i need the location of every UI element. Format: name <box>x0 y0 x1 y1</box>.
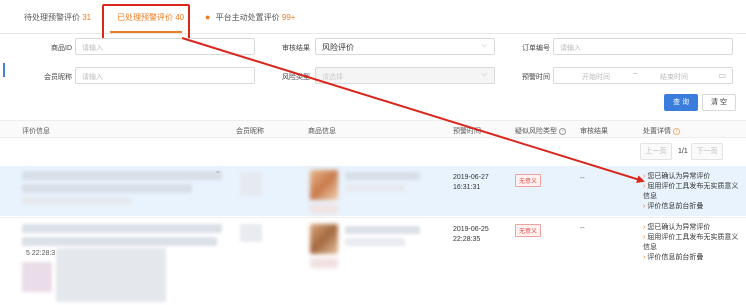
review-result-select[interactable]: 风险评价 ⌵ <box>315 38 495 55</box>
selected-value: 风险评价 <box>322 43 354 52</box>
table-row[interactable]: ⌃ 2019-06-27 16:31:31 无意义 -- › 您已确认为异常评价 … <box>0 166 746 216</box>
table-row[interactable]: 5 22:28:3 2019-06-25 22:28:35 无意义 -- › 您已… <box>0 217 746 305</box>
warn-date: 2019-06-25 <box>453 226 489 233</box>
warn-time: 2019-06-25 22:28:35 <box>453 225 489 245</box>
blurred-review-text <box>22 237 217 246</box>
order-no-input[interactable]: 请输入 <box>553 38 733 55</box>
blurred-review-text <box>22 184 192 193</box>
review-time-partial: 5 22:28:3 <box>26 250 56 257</box>
warn-time-label: 预警时间 <box>522 74 550 81</box>
detail-line: › 评价信息前台折叠 <box>643 203 704 210</box>
col-review-result: 审核结果 <box>580 128 608 135</box>
member-nick-label: 会员昵称 <box>44 74 72 81</box>
blurred-review-text <box>22 224 222 233</box>
blurred-review-text <box>22 197 132 205</box>
col-review-info: 评价信息 <box>22 128 50 135</box>
warn-clock: 16:31:31 <box>453 184 481 191</box>
chevron-down-icon: ⌵ <box>481 42 487 49</box>
risk-type-select[interactable]: 请选择 ⌵ <box>315 67 495 84</box>
detail-line: › 您已确认为异常评价 <box>643 224 711 231</box>
col-risk-type: 疑似风险类型? <box>515 126 566 136</box>
tab-platform-handled[interactable]: ● 平台主动处置评价 99+ <box>205 12 295 23</box>
calendar-icon: ▭ <box>718 71 726 80</box>
order-no-label: 订单编号 <box>522 45 550 52</box>
info-icon[interactable]: i <box>673 127 680 135</box>
detail-line: › 评价信息前台折叠 <box>643 254 704 261</box>
tab-label: 平台主动处置评价 <box>215 13 280 22</box>
review-result-label: 审核结果 <box>282 45 310 52</box>
blurred-product-title <box>345 172 420 180</box>
blurred-product-title <box>345 226 420 234</box>
blurred-product-title <box>345 238 405 246</box>
placeholder: 请输入 <box>82 45 103 52</box>
col-product-info: 商品信息 <box>308 128 336 135</box>
member-nick-input[interactable]: 请输入 <box>75 67 255 84</box>
col-member-nick: 会员昵称 <box>236 128 264 135</box>
col-disposal-details: 处置详情 i <box>643 126 680 136</box>
search-button[interactable]: 查 询 <box>664 94 698 111</box>
warn-time: 2019-06-27 16:31:31 <box>453 173 489 193</box>
tab-count: 99+ <box>281 13 296 22</box>
col-risk-type-label: 疑似风险类型 <box>515 128 557 135</box>
chevron-up-icon[interactable]: ⌃ <box>215 170 221 178</box>
prev-page-button[interactable]: 上一页 <box>640 143 672 160</box>
table-header: 评价信息 会员昵称 商品信息 预警时间 疑似风险类型? 审核结果 处置详情 i <box>0 120 746 138</box>
disposal-details: › 您已确认为异常评价 › 屈用评价工具发布无实质意义信息 › 评价信息前台折叠 <box>643 223 743 263</box>
risk-type-badge: 无意义 <box>515 174 542 187</box>
detail-line: › 屈用评价工具发布无实质意义信息 <box>643 234 739 251</box>
blurred-review-text <box>22 171 222 180</box>
placeholder: 请输入 <box>82 74 103 81</box>
left-edge-marker <box>3 63 5 77</box>
product-id-input[interactable]: 请输入 <box>75 38 255 55</box>
warn-time-range-picker[interactable]: 开始时间 ~ 结束时间 ▭ <box>553 67 733 84</box>
review-image-thumb[interactable] <box>56 248 166 302</box>
product-image <box>310 204 338 214</box>
warn-date: 2019-06-27 <box>453 174 489 181</box>
next-page-button[interactable]: 下一页 <box>691 143 723 160</box>
start-time-placeholder: 开始时间 <box>582 74 610 81</box>
product-image <box>310 258 338 268</box>
help-icon[interactable]: ? <box>559 127 566 135</box>
tab-label: 待处理预警评价 <box>24 13 80 22</box>
arrow-line <box>181 37 645 184</box>
disposal-details: › 您已确认为异常评价 › 屈用评价工具发布无实质意义信息 › 评价信息前台折叠 <box>643 172 743 212</box>
page-indicator: 1/1 <box>678 148 688 155</box>
blurred-product-title <box>345 184 405 192</box>
col-warn-time: 预警时间 <box>453 128 481 135</box>
dot-icon: ● <box>205 12 211 22</box>
detail-line: › 您已确认为异常评价 <box>643 173 711 180</box>
end-time-placeholder: 结束时间 <box>660 74 688 81</box>
col-disposal-details-label: 处置详情 <box>643 128 671 135</box>
product-image[interactable] <box>310 170 338 200</box>
placeholder: 请选择 <box>322 74 343 81</box>
warn-clock: 22:28:35 <box>453 236 481 243</box>
tab-count: 31 <box>82 13 92 22</box>
annotation-highlight-box <box>102 4 190 41</box>
review-result-value: -- <box>580 225 585 232</box>
risk-type-badge: 无意义 <box>515 224 542 237</box>
product-image[interactable] <box>310 224 338 254</box>
chevron-down-icon: ⌵ <box>481 71 487 78</box>
review-image-thumb[interactable] <box>22 262 52 292</box>
range-separator: ~ <box>633 71 638 78</box>
product-id-label: 商品ID <box>51 45 72 52</box>
blurred-member-nick <box>240 224 262 242</box>
detail-line: › 屈用评价工具发布无实质意义信息 <box>643 183 739 200</box>
risk-type-label: 风险类型 <box>282 74 310 81</box>
blurred-member-nick <box>240 172 262 196</box>
review-result-value: -- <box>580 175 585 182</box>
arrow-line <box>182 38 643 181</box>
tab-pending-warnings[interactable]: 待处理预警评价 31 <box>24 12 91 23</box>
placeholder: 请输入 <box>560 45 581 52</box>
clear-button[interactable]: 清 空 <box>702 94 736 111</box>
